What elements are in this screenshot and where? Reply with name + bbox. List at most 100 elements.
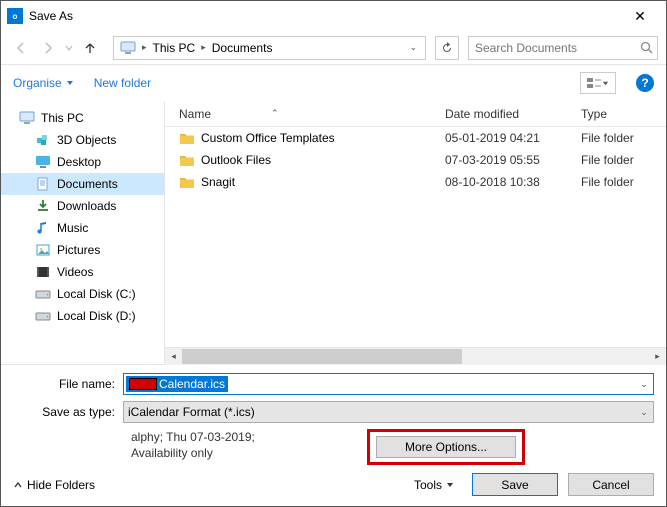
type-label: Save as type: (13, 405, 123, 419)
refresh-button[interactable] (435, 36, 459, 60)
chevron-up-icon (13, 480, 23, 490)
file-name: Snagit (201, 175, 235, 189)
chevron-right-icon[interactable]: ▸ (199, 42, 208, 53)
outlook-icon: o (7, 8, 23, 24)
recent-dropdown-icon[interactable] (63, 36, 75, 60)
nav-tree: This PC 3D Objects Desktop Documents Downlo… (1, 101, 164, 364)
scroll-left-button[interactable]: ◂ (165, 348, 182, 365)
tree-item[interactable]: Music (1, 217, 164, 239)
organise-menu[interactable]: Organise (13, 76, 74, 90)
up-button[interactable] (78, 36, 102, 60)
highlight-box: More Options... (367, 429, 525, 465)
tree-item[interactable]: Videos (1, 261, 164, 283)
scroll-track[interactable] (182, 348, 649, 365)
back-button[interactable] (9, 36, 33, 60)
file-type: File folder (581, 175, 666, 189)
file-row[interactable]: Custom Office Templates 05-01-2019 04:21F… (165, 127, 666, 149)
tree-item[interactable]: 3D Objects (1, 129, 164, 151)
forward-button[interactable] (36, 36, 60, 60)
redacted-text (129, 378, 157, 390)
breadcrumb-seg[interactable]: This PC (149, 37, 200, 59)
save-button[interactable]: Save (472, 473, 558, 496)
tree-item-label: Local Disk (C:) (57, 287, 136, 301)
command-toolbar: Organise New folder ? (1, 65, 666, 101)
calendar-info-text: alphy; Thu 07-03-2019; Availability only (131, 429, 351, 461)
tools-menu[interactable]: Tools (414, 478, 454, 492)
form-area: File name: Calendar.ics ⌄ Save as type: … (1, 365, 666, 465)
chevron-right-icon[interactable]: ▸ (140, 42, 149, 53)
tree-item[interactable]: Downloads (1, 195, 164, 217)
view-mode-button[interactable] (580, 72, 616, 94)
footer: Hide Folders Tools Save Cancel (1, 465, 666, 506)
hide-folders-button[interactable]: Hide Folders (13, 478, 95, 492)
pictures-icon (35, 242, 51, 258)
pc-icon (116, 37, 140, 59)
tree-item[interactable]: Pictures (1, 239, 164, 261)
tree-root-this-pc[interactable]: This PC (1, 107, 164, 129)
filename-input[interactable]: Calendar.ics ⌄ (123, 373, 654, 395)
address-dropdown-icon[interactable]: ⌄ (403, 42, 423, 53)
folder-icon (179, 131, 195, 145)
disk-icon (35, 286, 51, 302)
nav-toolbar: ▸ This PC ▸ Documents ⌄ (1, 31, 666, 65)
file-date: 08-10-2018 10:38 (445, 175, 581, 189)
search-input[interactable] (473, 40, 640, 56)
save-as-dialog: o Save As ✕ ▸ This PC ▸ Documents ⌄ (0, 0, 667, 507)
search-icon (640, 41, 653, 54)
downloads-icon (35, 198, 51, 214)
scroll-thumb[interactable] (182, 349, 462, 364)
tree-item[interactable]: Local Disk (C:) (1, 283, 164, 305)
window-title: Save As (29, 9, 620, 23)
save-type-combo[interactable]: iCalendar Format (*.ics) ⌄ (123, 401, 654, 423)
disk-icon (35, 308, 51, 324)
filename-label: File name: (13, 377, 123, 391)
file-row[interactable]: Snagit 08-10-2018 10:38File folder (165, 171, 666, 193)
more-options-button[interactable]: More Options... (376, 436, 516, 458)
column-name[interactable]: Name ⌃ (165, 107, 445, 121)
cubes-icon (35, 132, 51, 148)
tree-item-label: Documents (57, 177, 118, 191)
file-row[interactable]: Outlook Files 07-03-2019 05:55File folder (165, 149, 666, 171)
tree-item-label: 3D Objects (57, 133, 116, 147)
tree-item-label: Downloads (57, 199, 116, 213)
cancel-button[interactable]: Cancel (568, 473, 654, 496)
scroll-right-button[interactable]: ▸ (649, 348, 666, 365)
file-type: File folder (581, 153, 666, 167)
search-box[interactable] (468, 36, 658, 60)
tree-item-label: Music (57, 221, 88, 235)
chevron-down-icon[interactable]: ⌄ (635, 402, 653, 422)
pc-icon (19, 110, 35, 126)
close-button[interactable]: ✕ (620, 8, 660, 25)
music-icon (35, 220, 51, 236)
documents-icon (35, 176, 51, 192)
tree-item[interactable]: Desktop (1, 151, 164, 173)
chevron-down-icon (66, 79, 74, 87)
column-headers: Name ⌃ Date modified Type (165, 101, 666, 127)
chevron-down-icon (602, 80, 609, 87)
horizontal-scrollbar[interactable]: ◂ ▸ (165, 347, 666, 364)
file-list: Custom Office Templates05-01-2019 04:21F… (165, 127, 666, 347)
file-name: Custom Office Templates (201, 131, 335, 145)
file-name: Outlook Files (201, 153, 271, 167)
folder-icon (179, 175, 195, 189)
column-date[interactable]: Date modified (445, 107, 581, 121)
chevron-down-icon[interactable]: ⌄ (635, 374, 653, 394)
tree-item[interactable]: Documents (1, 173, 164, 195)
file-date: 05-01-2019 04:21 (445, 131, 581, 145)
file-date: 07-03-2019 05:55 (445, 153, 581, 167)
tree-item[interactable]: Local Disk (D:) (1, 305, 164, 327)
body: This PC 3D Objects Desktop Documents Downlo… (1, 101, 666, 365)
tree-item-label: Local Disk (D:) (57, 309, 136, 323)
address-bar[interactable]: ▸ This PC ▸ Documents ⌄ (113, 36, 426, 60)
titlebar: o Save As ✕ (1, 1, 666, 31)
tree-item-label: Videos (57, 265, 93, 279)
help-button[interactable]: ? (636, 74, 654, 92)
chevron-down-icon (446, 481, 454, 489)
file-type: File folder (581, 131, 666, 145)
new-folder-button[interactable]: New folder (94, 76, 151, 90)
videos-icon (35, 264, 51, 280)
file-area: Name ⌃ Date modified Type Custom Office … (164, 101, 666, 364)
tree-item-label: Desktop (57, 155, 101, 169)
breadcrumb-seg[interactable]: Documents (208, 37, 277, 59)
column-type[interactable]: Type (581, 107, 666, 121)
